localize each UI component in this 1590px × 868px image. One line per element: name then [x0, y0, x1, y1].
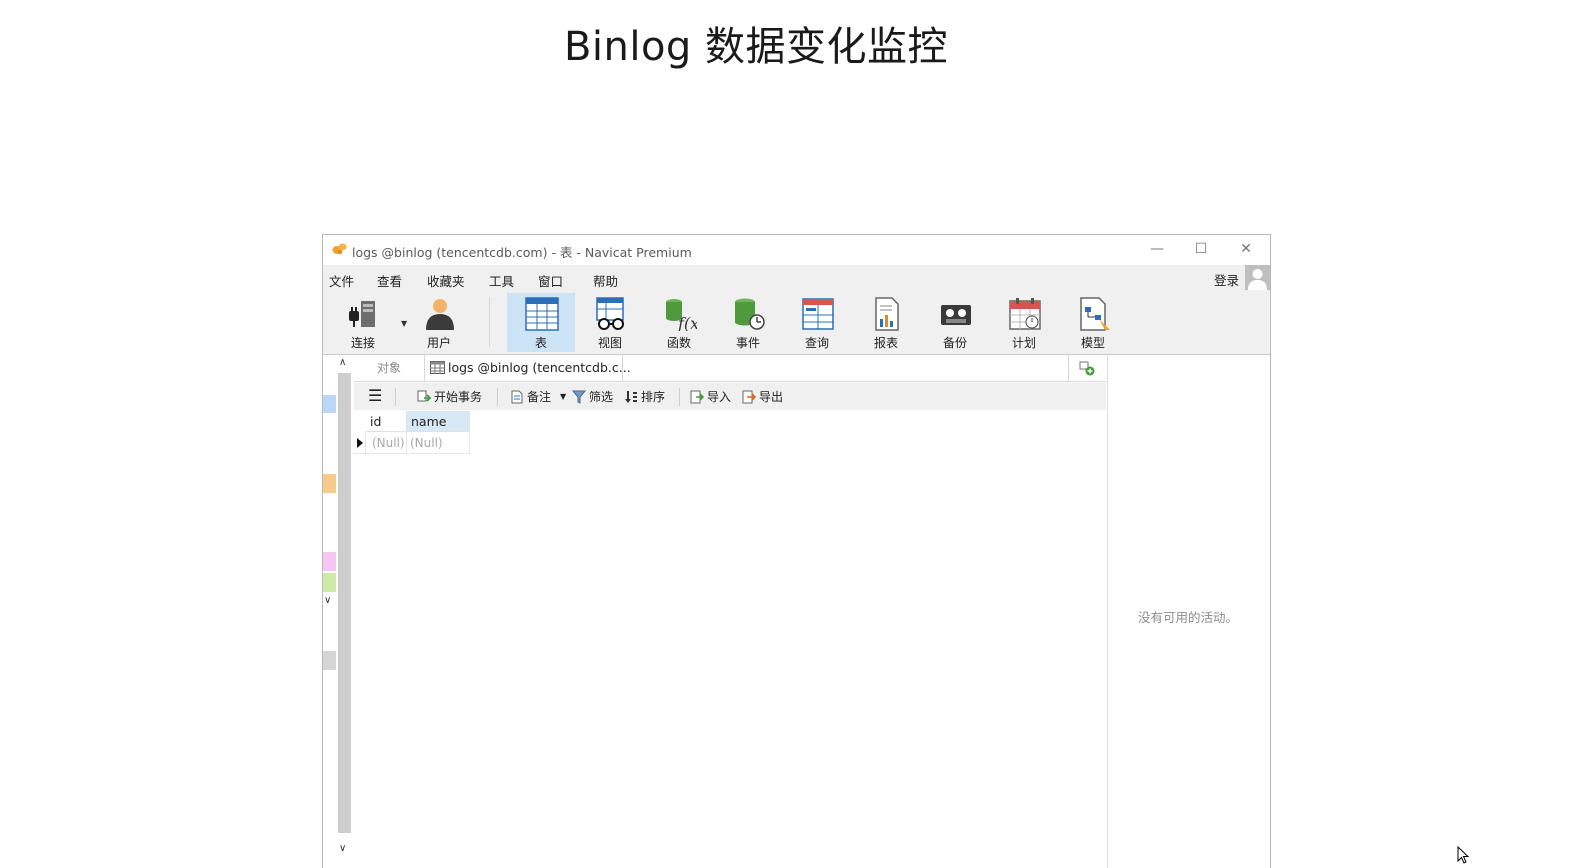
column-header-id[interactable]: id [366, 411, 407, 432]
query-icon [802, 298, 834, 330]
function-button[interactable]: f(x) 函数 [645, 293, 713, 352]
tab-bar: 对象 logs @binlog (tencentcdb.c... [354, 355, 1106, 382]
current-row-arrow-icon [357, 438, 363, 448]
export-icon [742, 390, 756, 403]
navicat-window: logs @binlog (tencentcdb.com) - 表 - Navi… [322, 234, 1271, 868]
vertical-scrollbar[interactable]: ∧ ∨ [337, 355, 352, 868]
view-icon [596, 297, 624, 330]
toolbar-divider [497, 388, 498, 406]
close-button[interactable]: ✕ [1224, 238, 1268, 260]
row-selector[interactable] [354, 432, 366, 454]
menu-help[interactable]: 帮助 [593, 271, 618, 290]
view-button[interactable]: 视图 [576, 293, 644, 352]
chevron-down-icon[interactable]: ▼ [560, 392, 566, 410]
schedule-label: 计划 [1011, 336, 1036, 350]
toolbar-divider [489, 297, 490, 347]
column-header-name[interactable]: name [407, 411, 470, 432]
function-icon: f(x) [666, 299, 697, 331]
connection-label: 连接 [350, 336, 375, 350]
note-icon [511, 390, 523, 403]
strip-marker [323, 474, 336, 493]
title-bar: logs @binlog (tencentcdb.com) - 表 - Navi… [323, 235, 1270, 264]
table-icon [430, 361, 445, 374]
import-button[interactable]: 导入 [690, 388, 731, 406]
backup-button[interactable]: 备份 [921, 293, 989, 352]
model-button[interactable]: 模型 [1059, 293, 1127, 352]
data-grid[interactable]: id name (Null) (Null) [354, 411, 1106, 868]
comment-button[interactable]: 备注 [510, 388, 551, 406]
filter-button[interactable]: 筛选 [572, 388, 613, 406]
backup-label: 备份 [942, 336, 967, 350]
filter-icon [572, 390, 586, 404]
sort-button[interactable]: 排序 [624, 388, 665, 406]
chevron-down-icon[interactable]: ∨ [324, 595, 331, 606]
menu-window[interactable]: 窗口 [538, 271, 563, 290]
toolbar-divider [395, 388, 396, 406]
table-button[interactable]: 表 [507, 293, 575, 352]
schedule-button[interactable]: 计划 [990, 293, 1058, 352]
main-toolbar: 连接 ▼ 用户 表 视图 f(函数 事件 查询 报表 备份 计划 模型 [323, 291, 1270, 355]
begin-transaction-button[interactable]: 开始事务 [417, 388, 482, 406]
tab-label: logs @binlog (tencentcdb.c... [448, 360, 631, 375]
menu-favorites[interactable]: 收藏夹 [427, 271, 465, 290]
activity-pane: 没有可用的活动。 [1107, 355, 1270, 868]
strip-marker [323, 552, 336, 571]
menu-bar: 文件 查看 收藏夹 工具 窗口 帮助 登录 [323, 265, 1270, 291]
import-icon [690, 390, 704, 403]
table-label: 表 [534, 336, 547, 350]
tab-logs-table[interactable]: logs @binlog (tencentcdb.c... [424, 355, 631, 381]
maximize-button[interactable]: ☐ [1179, 238, 1223, 260]
navicat-logo-icon [332, 243, 347, 255]
sort-icon [625, 390, 637, 403]
model-icon [1080, 297, 1110, 331]
scroll-up-icon[interactable]: ∧ [339, 357, 346, 368]
user-label: 用户 [426, 336, 451, 350]
model-label: 模型 [1080, 336, 1105, 350]
menu-file[interactable]: 文件 [329, 271, 354, 290]
event-label: 事件 [735, 336, 760, 350]
table-toolbar: ☰ 开始事务 备注 ▼ 筛选 排序 导入 导出 [354, 383, 1106, 410]
scroll-down-icon[interactable]: ∨ [339, 843, 346, 854]
report-icon [875, 297, 899, 331]
schedule-icon [1009, 298, 1041, 330]
add-tab-icon [1079, 361, 1095, 376]
new-tab-button[interactable] [1068, 355, 1105, 381]
window-title: logs @binlog (tencentcdb.com) - 表 - Navi… [352, 245, 692, 260]
empty-activity-text: 没有可用的活动。 [1138, 610, 1239, 625]
table-cell[interactable]: (Null) [366, 432, 407, 454]
connection-button[interactable]: 连接 ▼ [329, 293, 407, 352]
menu-tools[interactable]: 工具 [489, 271, 514, 290]
query-button[interactable]: 查询 [783, 293, 851, 352]
query-label: 查询 [804, 336, 829, 350]
mouse-cursor-icon [1457, 846, 1469, 864]
toolbar-divider [679, 388, 680, 406]
tab-objects[interactable]: 对象 [354, 355, 424, 381]
svg-text:f(x): f(x) [677, 314, 697, 331]
menu-icon[interactable]: ☰ [368, 386, 382, 405]
menu-view[interactable]: 查看 [377, 271, 402, 290]
page-title: Binlog 数据变化监控 [563, 24, 949, 70]
user-icon [426, 299, 454, 330]
transaction-icon [417, 390, 431, 402]
strip-marker [323, 573, 336, 592]
event-icon [735, 298, 765, 330]
connection-icon [349, 301, 375, 327]
strip-marker [323, 395, 336, 413]
login-link[interactable]: 登录 [1214, 270, 1239, 289]
minimize-button[interactable]: — [1135, 238, 1179, 260]
export-button[interactable]: 导出 [742, 388, 783, 406]
view-label: 视图 [597, 336, 622, 350]
function-label: 函数 [666, 336, 691, 350]
scrollbar-thumb[interactable] [338, 373, 351, 833]
report-button[interactable]: 报表 [852, 293, 920, 352]
navigation-pane-strip: ∨ [323, 355, 337, 868]
strip-marker [323, 651, 336, 670]
backup-icon [941, 305, 971, 325]
table-icon [525, 297, 559, 331]
user-button[interactable]: 用户 [405, 293, 473, 352]
report-label: 报表 [873, 336, 898, 350]
avatar-icon[interactable] [1245, 265, 1270, 290]
event-button[interactable]: 事件 [714, 293, 782, 352]
table-cell[interactable]: (Null) [407, 432, 470, 454]
